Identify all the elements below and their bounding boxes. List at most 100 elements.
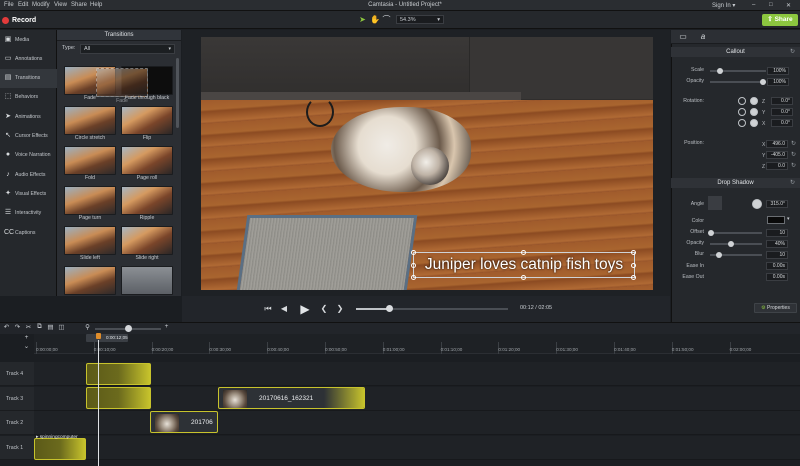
share-button[interactable]: ⇧ Share <box>762 14 798 26</box>
transition-thumb[interactable] <box>121 146 173 175</box>
rail-item-transitions[interactable]: ▤ Transitions <box>0 68 57 88</box>
transition-thumb[interactable] <box>64 186 116 215</box>
undo-icon[interactable]: ↶ <box>2 323 11 331</box>
angle-dial[interactable] <box>752 199 762 209</box>
redo-icon[interactable]: ↷ <box>13 323 22 331</box>
transition-thumb[interactable] <box>121 266 173 295</box>
blur-slider-knob[interactable] <box>716 252 722 258</box>
opacity-slider[interactable] <box>710 81 766 83</box>
menu-modify[interactable]: Modify <box>32 2 50 8</box>
resize-handle[interactable] <box>631 250 636 255</box>
transition-thumb[interactable] <box>64 226 116 255</box>
track-label[interactable]: Track 1 <box>0 435 34 460</box>
transition-thumb[interactable] <box>64 106 116 135</box>
cut-icon[interactable]: ✂ <box>24 323 33 331</box>
crop-tool-icon[interactable]: ⌒ <box>382 15 391 24</box>
track3-clip-start[interactable] <box>86 387 151 409</box>
transition-thumb[interactable] <box>64 266 116 295</box>
rail-item-media[interactable]: ▣ Media <box>0 30 57 49</box>
select-tool-icon[interactable]: ➤ <box>358 15 367 24</box>
track-label[interactable]: Track 2 <box>0 411 34 435</box>
reset-icon[interactable]: ↻ <box>791 151 796 158</box>
transitions-scrollbar[interactable] <box>176 58 179 128</box>
rail-item-behaviors[interactable]: ⬚ Behaviors <box>0 88 57 107</box>
timeline-zoom-knob[interactable] <box>125 325 132 332</box>
track-label[interactable]: Track 3 <box>0 386 34 411</box>
chevron-down-icon[interactable]: ▾ <box>787 216 790 222</box>
track3-video-clip[interactable]: 20170616_162321 <box>218 387 365 409</box>
close-icon[interactable]: ✕ <box>786 2 791 9</box>
track-lane[interactable] <box>34 411 800 435</box>
rotation-z-input[interactable]: 0.0° <box>771 97 793 105</box>
record-button[interactable]: Record <box>2 13 36 27</box>
rail-item-interactivity[interactable]: ☰ Interactivity <box>0 204 57 223</box>
sign-in-link[interactable]: Sign In ▾ <box>712 2 735 9</box>
rail-item-animations[interactable]: ➤ Animations <box>0 107 57 126</box>
playhead-line[interactable] <box>98 340 99 466</box>
type-select[interactable]: All ▾ <box>80 44 175 54</box>
track2-video-clip[interactable]: 201706 <box>150 411 218 433</box>
angle-input[interactable]: 315.0° <box>766 200 788 208</box>
minimize-icon[interactable]: – <box>752 2 755 8</box>
reset-icon[interactable]: ↻ <box>791 162 796 169</box>
callout-text[interactable]: Juniper loves catnip fish toys <box>413 256 635 274</box>
text-properties-tab[interactable]: a <box>696 31 710 43</box>
properties-button[interactable]: ⚙ Properties <box>754 303 797 313</box>
maximize-icon[interactable]: □ <box>769 2 773 8</box>
resize-handle[interactable] <box>411 263 416 268</box>
menu-share[interactable]: Share <box>71 2 87 8</box>
resize-handle[interactable] <box>411 275 416 280</box>
position-y-input[interactable]: -405.0 <box>766 151 788 159</box>
track4-transition-clip[interactable] <box>86 363 151 385</box>
position-z-input[interactable]: 0.0 <box>766 162 788 170</box>
menu-edit[interactable]: Edit <box>18 2 28 8</box>
visual-properties-tab[interactable]: ▭ <box>676 31 690 43</box>
color-swatch[interactable] <box>767 216 785 224</box>
collapse-icon[interactable]: ⌄ <box>22 342 31 350</box>
resize-handle[interactable] <box>411 250 416 255</box>
resize-handle[interactable] <box>631 275 636 280</box>
pan-tool-icon[interactable]: ✋ <box>370 15 380 24</box>
scale-slider-knob[interactable] <box>717 68 723 74</box>
shadow-opacity-input[interactable]: 40% <box>766 240 788 248</box>
reset-icon[interactable]: ↻ <box>790 48 795 55</box>
rail-item-captions[interactable]: CC Captions <box>0 223 57 242</box>
rotation-y-input[interactable]: 0.0° <box>771 108 793 116</box>
offset-input[interactable]: 10 <box>766 229 788 237</box>
track-lane[interactable] <box>34 435 800 460</box>
resize-handle[interactable] <box>521 250 526 255</box>
resize-handle[interactable] <box>631 263 636 268</box>
ease-in-input[interactable]: 0.00s <box>766 262 788 270</box>
step-back-icon[interactable]: ⏮ <box>262 303 274 315</box>
paste-icon[interactable]: ▤ <box>46 323 55 331</box>
rail-item-cursor-effects[interactable]: ↖ Cursor Effects <box>0 127 57 146</box>
opacity-input[interactable]: 100% <box>767 78 789 86</box>
previous-frame-icon[interactable]: ◀ <box>278 303 290 315</box>
rotate-x-dial[interactable] <box>750 119 758 127</box>
rotate-y-dial[interactable] <box>750 108 758 116</box>
previous-marker-icon[interactable]: ❮ <box>318 303 330 315</box>
zoom-in-icon[interactable]: + <box>162 323 171 330</box>
track-label[interactable]: Track 4 <box>0 362 34 386</box>
transition-thumb[interactable] <box>121 186 173 215</box>
menu-file[interactable]: File <box>4 2 14 8</box>
position-x-input[interactable]: 496.0 <box>766 140 788 148</box>
copy-icon[interactable]: ⧉ <box>35 323 44 331</box>
opacity-slider-knob[interactable] <box>760 79 766 85</box>
transition-thumb[interactable] <box>121 106 173 135</box>
resize-handle[interactable] <box>521 275 526 280</box>
rail-item-visual-effects[interactable]: ✦ Visual Effects <box>0 184 57 203</box>
ease-out-input[interactable]: 0.00s <box>766 273 788 281</box>
zoom-select[interactable]: 54.3% ▾ <box>396 15 444 24</box>
offset-slider-knob[interactable] <box>708 230 714 236</box>
add-track-icon[interactable]: + <box>22 334 31 341</box>
rail-item-annotations[interactable]: ▭ Annotations <box>0 49 57 68</box>
track1-clip[interactable] <box>34 438 86 460</box>
transition-thumb[interactable] <box>121 226 173 255</box>
rail-item-audio-effects[interactable]: ♪ Audio Effects <box>0 165 57 184</box>
reset-icon[interactable]: ↻ <box>790 179 795 186</box>
transition-thumb[interactable] <box>64 146 116 175</box>
play-button[interactable]: ▶ <box>296 300 314 318</box>
menu-help[interactable]: Help <box>90 2 102 8</box>
next-marker-icon[interactable]: ❯ <box>334 303 346 315</box>
